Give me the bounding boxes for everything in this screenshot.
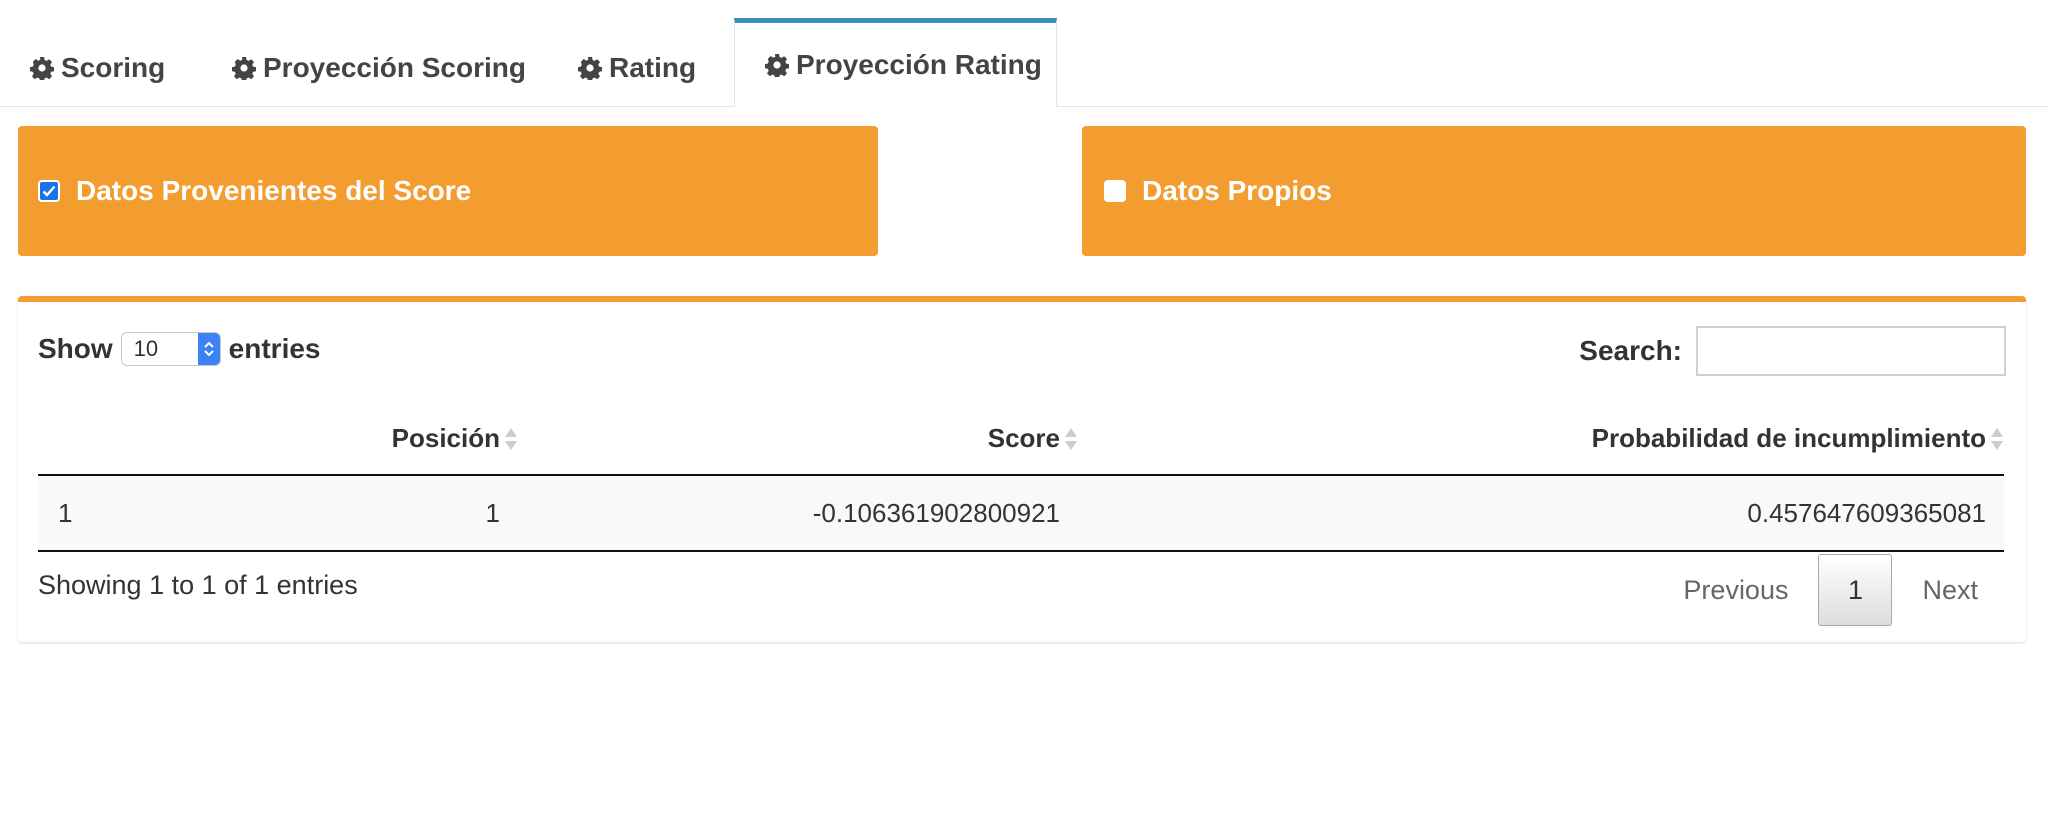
tab-rating[interactable]: Rating <box>578 30 696 106</box>
column-header-score[interactable]: Score <box>518 402 1078 476</box>
checkmark-icon <box>42 185 56 197</box>
tab-label: Rating <box>609 52 697 83</box>
own-data-label: Datos Propios <box>1142 175 1332 206</box>
own-data-box: Datos Propios <box>1082 126 2026 256</box>
entries-label: entries <box>228 333 321 364</box>
tab-proyeccion-rating[interactable]: Proyección Rating <box>734 18 1057 107</box>
tab-label: Scoring <box>61 52 166 83</box>
next-button[interactable]: Next <box>1892 575 2008 606</box>
row-cell-posicion: 1 1 <box>38 475 518 552</box>
row-score: -0.106361902800921 <box>518 475 1078 552</box>
column-header-probabilidad[interactable]: Probabilidad de incumplimiento <box>1078 402 2004 476</box>
score-data-label: Datos Provenientes del Score <box>76 175 472 206</box>
row-probabilidad: 0.457647609365081 <box>1078 475 2004 552</box>
search-control: Search: <box>1579 326 2006 376</box>
search-label: Search: <box>1579 335 1682 366</box>
column-header-posicion[interactable]: Posición <box>38 402 518 476</box>
sort-icon <box>1991 428 2003 450</box>
score-data-option[interactable]: Datos Provenientes del Score <box>38 175 471 207</box>
entries-select-value: 10 <box>133 336 159 361</box>
tab-bar: Scoring Proyección Scoring Rating Proyec… <box>0 0 2048 107</box>
pagination: Previous 1 Next <box>1653 554 2008 626</box>
table-header-row: Posición Score Probabilidad de incumplim… <box>38 402 2004 476</box>
gear-icon <box>30 56 54 80</box>
table-info: Showing 1 to 1 of 1 entries <box>38 570 358 600</box>
gear-icon <box>578 56 602 80</box>
score-data-box: Datos Provenientes del Score <box>18 126 878 256</box>
row-index: 1 <box>58 497 73 528</box>
entries-length-control: Show 10 entries <box>38 332 321 366</box>
select-arrows-icon <box>197 333 220 365</box>
own-data-option[interactable]: Datos Propios <box>1104 175 1332 207</box>
sort-icon <box>505 428 517 450</box>
table-row: 1 1 -0.106361902800921 0.457647609365081 <box>38 475 2004 552</box>
gear-icon <box>765 53 789 77</box>
row-posicion: 1 <box>485 497 500 528</box>
score-data-checkbox[interactable] <box>38 180 60 202</box>
previous-button[interactable]: Previous <box>1653 575 1818 606</box>
results-box: Show 10 entries Search: Posición Score P… <box>18 296 2026 642</box>
show-label: Show <box>38 333 113 364</box>
tab-label: Proyección Rating <box>796 49 1042 80</box>
own-data-checkbox[interactable] <box>1104 180 1126 202</box>
sort-icon <box>1065 428 1077 450</box>
search-input[interactable] <box>1696 326 2006 376</box>
tab-label: Proyección Scoring <box>263 52 526 83</box>
tab-scoring[interactable]: Scoring <box>30 30 165 106</box>
gear-icon <box>232 56 256 80</box>
entries-select[interactable]: 10 <box>120 332 221 366</box>
tab-proyeccion-scoring[interactable]: Proyección Scoring <box>232 30 526 106</box>
results-table: Posición Score Probabilidad de incumplim… <box>38 402 2004 552</box>
page-button-current[interactable]: 1 <box>1818 554 1893 626</box>
